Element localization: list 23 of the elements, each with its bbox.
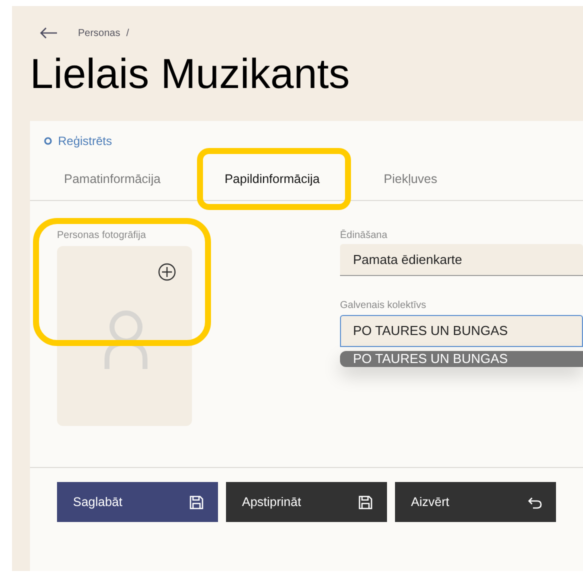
breadcrumb-link[interactable]: Personas bbox=[78, 28, 120, 38]
tab[interactable]: Piekļuves bbox=[372, 172, 450, 186]
undo-arrow-icon bbox=[527, 494, 542, 510]
tab[interactable]: Papildinformācija bbox=[212, 172, 332, 186]
field-label: Ēdināšana bbox=[340, 230, 388, 243]
status-circle-icon bbox=[44, 137, 52, 145]
action-button[interactable]: Apstiprināt bbox=[226, 482, 387, 522]
tab[interactable]: Pamatinformācija bbox=[52, 172, 173, 186]
page-title: Lielais Muzikants bbox=[30, 50, 351, 98]
save-icon bbox=[189, 494, 204, 510]
dropdown-option[interactable]: PO TAURES UN BUNGAS bbox=[340, 351, 583, 367]
save-icon bbox=[358, 494, 373, 510]
field-label: Galvenais kolektīvs bbox=[340, 300, 428, 313]
select-field[interactable]: Pamata ēdienkarte bbox=[340, 244, 583, 276]
action-button[interactable]: Aizvērt bbox=[395, 482, 556, 522]
action-button[interactable]: Saglabāt bbox=[57, 482, 218, 522]
field-label: Personas fotogrāfija bbox=[57, 230, 147, 243]
select-field[interactable]: PO TAURES UN BUNGAS bbox=[340, 315, 583, 347]
status-label: Reģistrēts bbox=[58, 134, 112, 148]
breadcrumb-separator: / bbox=[126, 28, 130, 38]
back-arrow-icon[interactable] bbox=[40, 27, 58, 39]
add-icon[interactable] bbox=[158, 263, 176, 281]
person-icon bbox=[104, 309, 148, 371]
